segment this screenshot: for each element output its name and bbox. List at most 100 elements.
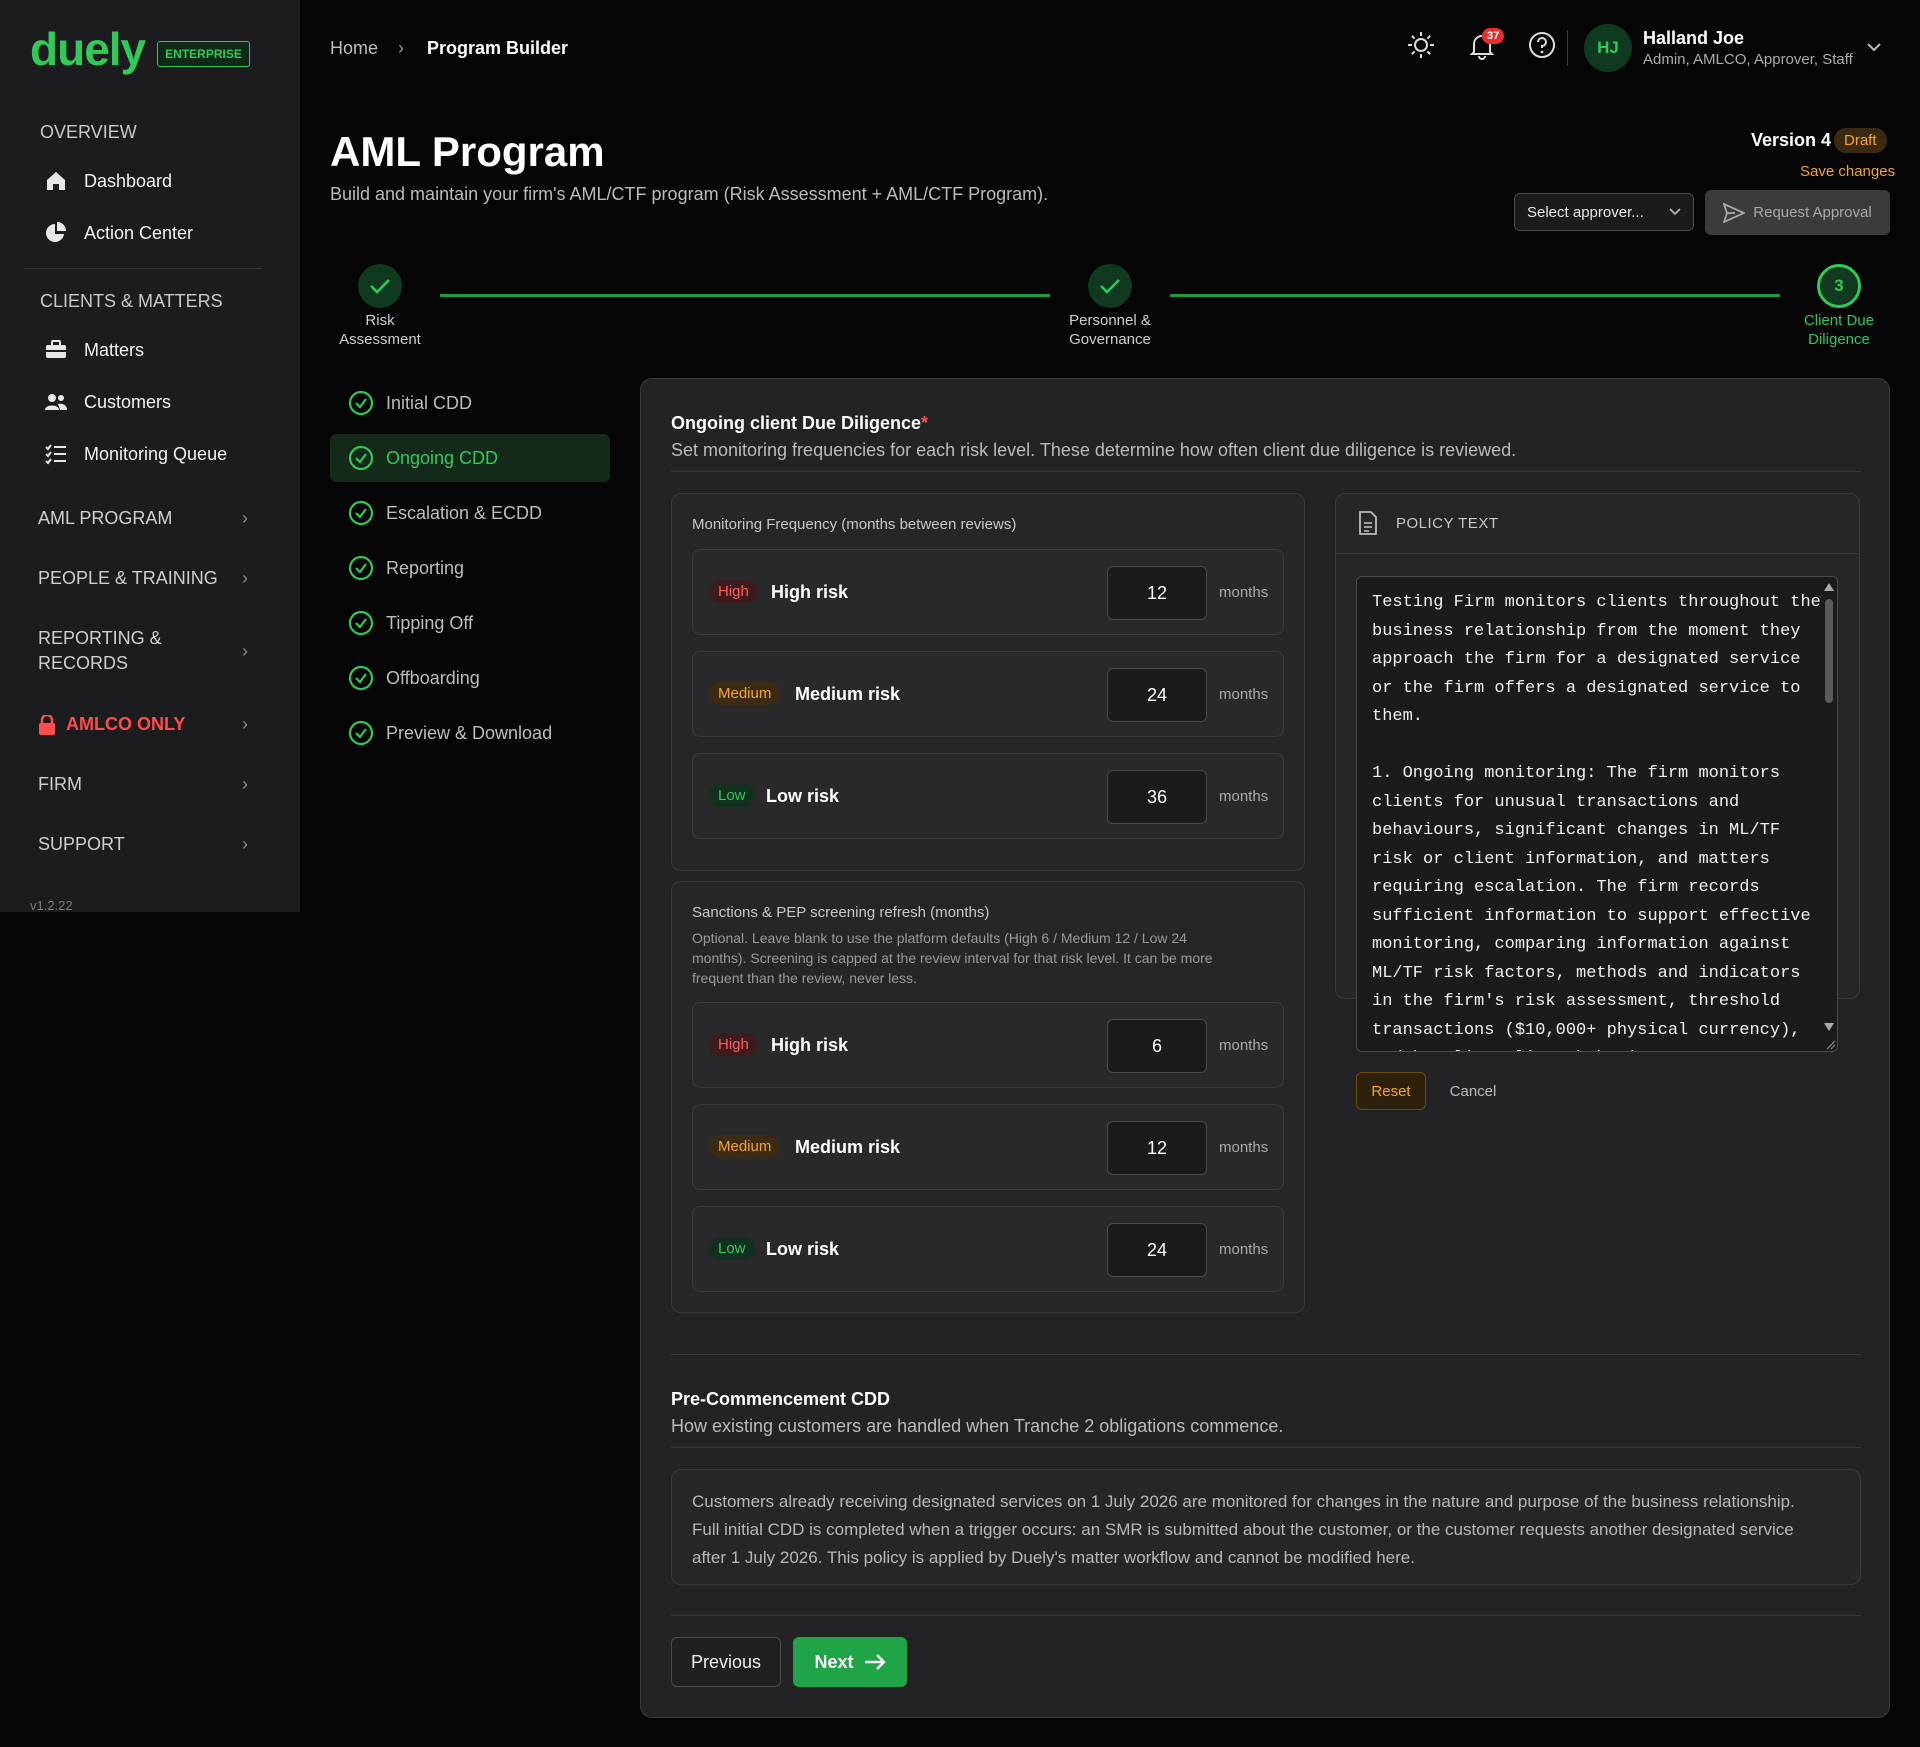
unit-label: months (1219, 1139, 1269, 1156)
step-label: Client Due Diligence (1769, 311, 1909, 349)
scroll-down-icon[interactable] (1824, 1023, 1834, 1031)
sidebar-item-action-center[interactable]: Action Center (44, 218, 193, 248)
sidebar-group-firm[interactable]: FIRM › (38, 772, 248, 797)
sidebar-item-matters[interactable]: Matters (44, 335, 144, 365)
resize-handle-icon[interactable] (1822, 1036, 1836, 1050)
policy-line: Full initial CDD is completed when a tri… (692, 1520, 1794, 1539)
breadcrumb-separator-icon: › (398, 38, 404, 58)
section-title: Ongoing client Due Diligence* (671, 413, 928, 434)
save-changes-link[interactable]: Save changes (1800, 163, 1895, 180)
sidebar-group-people-training[interactable]: PEOPLE & TRAINING › (38, 566, 248, 591)
logo[interactable]: duely ENTERPRISE (30, 26, 250, 72)
sidebar-item-customers[interactable]: Customers (44, 387, 171, 417)
step-client-due-diligence[interactable]: 3 (1817, 264, 1861, 308)
step-personnel-governance[interactable] (1088, 264, 1132, 308)
section-title-text: Ongoing client Due Diligence (671, 413, 922, 433)
help-line: Optional. Leave blank to use the platfor… (692, 930, 1187, 946)
help-icon[interactable] (1527, 30, 1557, 60)
user-name[interactable]: Halland Joe (1643, 28, 1744, 49)
sidebar-group-label: SUPPORT (38, 834, 125, 854)
sidebar-group-support[interactable]: SUPPORT › (38, 832, 248, 857)
subnav-ongoing-cdd[interactable]: Ongoing CDD (330, 434, 610, 482)
breadcrumb-current: Program Builder (427, 38, 569, 58)
subnav-label: Ongoing CDD (386, 447, 499, 468)
step-label-line: Assessment (339, 331, 421, 348)
sidebar-group-reporting-records[interactable]: REPORTING & RECORDS › (38, 626, 248, 676)
monitoring-row-medium: Medium Medium risk months (692, 651, 1284, 737)
request-approval-button[interactable]: Request Approval (1705, 190, 1890, 235)
check-circle-icon (348, 555, 374, 581)
monitoring-high-input[interactable] (1107, 566, 1207, 620)
sidebar-item-label: Matters (84, 339, 145, 360)
screening-high-input[interactable] (1107, 1019, 1207, 1073)
subnav-label: Reporting (386, 557, 465, 578)
reset-button[interactable]: Reset (1356, 1072, 1426, 1110)
lock-icon (39, 714, 55, 735)
risk-label: High risk (771, 1035, 849, 1055)
cancel-button[interactable]: Cancel (1438, 1072, 1508, 1110)
monitoring-frequency-panel: Monitoring Frequency (months between rev… (671, 493, 1305, 871)
sidebar-group-label: REPORTING & RECORDS (38, 628, 162, 673)
precommencement-title: Pre-Commencement CDD (671, 1389, 891, 1409)
notifications-button[interactable]: 37 (1466, 28, 1506, 64)
sidebar-item-monitoring-queue[interactable]: Monitoring Queue (44, 439, 227, 469)
sidebar-group-label: AMLCO ONLY (66, 714, 186, 734)
help-line: months). Screening is capped at the revi… (692, 950, 1213, 966)
step-risk-assessment[interactable] (358, 264, 402, 308)
previous-button[interactable]: Previous (671, 1637, 781, 1687)
precommencement-description: How existing customers are handled when … (671, 1416, 1284, 1436)
subnav-escalation-ecdd[interactable]: Escalation & ECDD (330, 489, 610, 537)
check-circle-icon (348, 610, 374, 636)
sun-icon[interactable] (1406, 30, 1436, 60)
page-title: AML Program (330, 128, 605, 175)
chevron-right-icon: › (242, 568, 248, 588)
chevron-down-icon[interactable] (1866, 42, 1882, 52)
list-checks-icon (45, 444, 66, 465)
subnav-initial-cdd[interactable]: Initial CDD (330, 379, 610, 427)
precommencement-policy-box: Customers already receiving designated s… (671, 1469, 1861, 1585)
monitoring-low-input[interactable] (1107, 770, 1207, 824)
unit-label: months (1219, 788, 1269, 805)
sidebar-item-label: Customers (84, 391, 172, 412)
screening-medium-input[interactable] (1107, 1121, 1207, 1175)
subnav-label: Tipping Off (386, 612, 474, 633)
monitoring-medium-input[interactable] (1107, 668, 1207, 722)
check-circle-icon (348, 720, 374, 746)
sidebar-item-dashboard[interactable]: Dashboard (44, 166, 172, 196)
policy-textarea[interactable]: Testing Firm monitors clients throughout… (1356, 576, 1838, 1052)
unit-label: months (1219, 1241, 1269, 1258)
next-label: Next (814, 1651, 854, 1672)
monitoring-row-low: Low Low risk months (692, 753, 1284, 839)
risk-badge-medium: Medium (709, 1135, 781, 1158)
sidebar-group-aml-program[interactable]: AML PROGRAM › (38, 506, 248, 531)
risk-label: Medium risk (795, 684, 901, 704)
sidebar-group-label: PEOPLE & TRAINING (38, 568, 218, 588)
help-line: frequent than the review, never less. (692, 970, 917, 986)
sidebar-group-amlco: AMLCO ONLY (38, 712, 185, 737)
subnav-reporting[interactable]: Reporting (330, 544, 610, 592)
check-circle-icon (348, 390, 374, 416)
scrollbar-thumb[interactable] (1825, 599, 1833, 703)
user-avatar[interactable]: HJ (1584, 24, 1632, 72)
sidebar-divider (24, 268, 262, 269)
scrollbar[interactable] (1821, 577, 1837, 1051)
version-label: Version 4 (1751, 130, 1832, 150)
user-roles: Admin, AMLCO, Approver, Staff (1643, 51, 1853, 68)
subnav-offboarding[interactable]: Offboarding (330, 654, 610, 702)
briefcase-icon (46, 340, 66, 358)
screening-low-input[interactable] (1107, 1223, 1207, 1277)
sidebar-group-amlco-only[interactable]: AMLCO ONLY › (38, 712, 248, 737)
chevron-right-icon: › (242, 714, 248, 734)
scroll-up-icon[interactable] (1824, 583, 1834, 591)
step-connector (440, 294, 1050, 297)
check-icon (370, 279, 390, 294)
approver-select-value: Select approver... (1527, 203, 1644, 221)
subnav-tipping-off[interactable]: Tipping Off (330, 599, 610, 647)
app-version: v1.2.22 (30, 898, 73, 913)
next-button[interactable]: Next (793, 1637, 907, 1687)
breadcrumb-home[interactable]: Home (330, 38, 378, 59)
subnav-preview-download[interactable]: Preview & Download (330, 709, 610, 757)
edition-badge: ENTERPRISE (157, 41, 250, 67)
divider (671, 1447, 1861, 1448)
approver-select[interactable]: Select approver... (1514, 193, 1694, 231)
